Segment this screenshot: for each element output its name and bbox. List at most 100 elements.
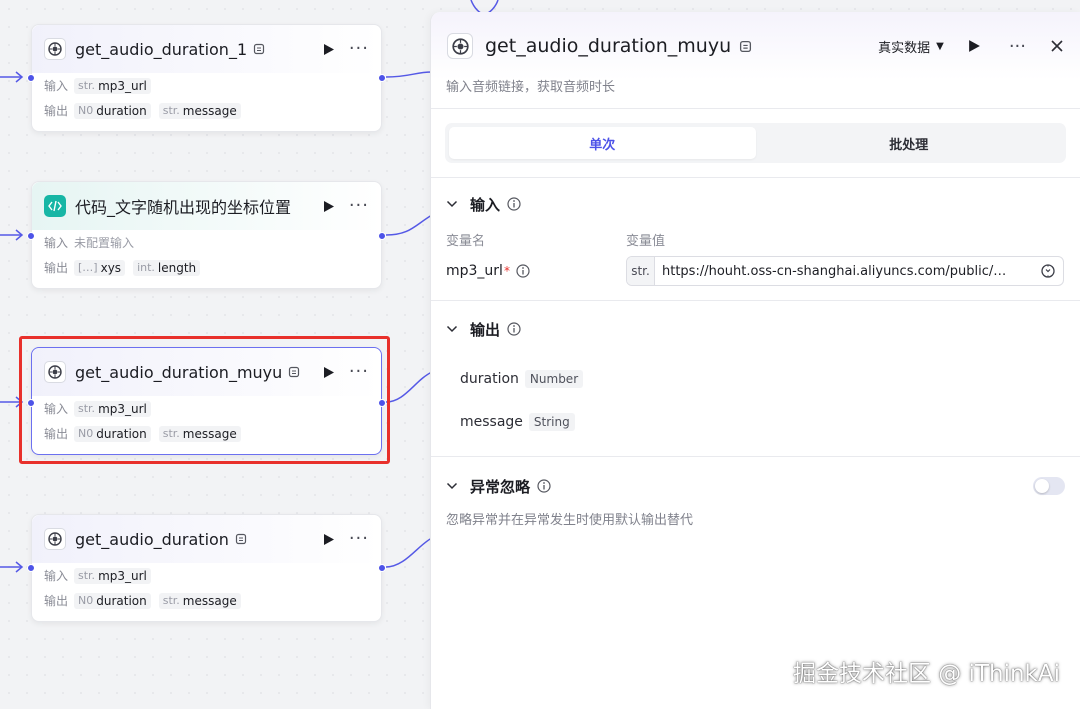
input-port[interactable] xyxy=(27,74,35,82)
input-tag: str. mp3_url xyxy=(74,567,151,584)
node-input-row: 输入 str. mp3_url xyxy=(32,563,381,588)
variable-type-tag: str. xyxy=(627,257,655,285)
ignore-exception-description: 忽略异常并在异常发生时使用默认输出替代 xyxy=(446,513,694,528)
workflow-node-get-audio-duration-1[interactable]: get_audio_duration_1 ··· 输入 str. mp3_url … xyxy=(27,24,386,132)
panel-title: get_audio_duration_muyu xyxy=(485,35,732,57)
type-label: str. xyxy=(78,79,96,92)
output-tag: int. length xyxy=(133,259,201,276)
edge-out-1 xyxy=(385,71,433,78)
node-test-panel: get_audio_duration_muyu 真实数据 ▼ ··· 输入音频链… xyxy=(430,12,1080,709)
chevron-down-icon[interactable] xyxy=(446,200,458,208)
edge-out-3 xyxy=(385,371,433,403)
input-label: 输入 xyxy=(44,79,69,93)
dataset-select[interactable]: 真实数据 ▼ xyxy=(878,37,944,56)
node-title: 代码_文字随机出现的坐标位置 xyxy=(75,198,292,217)
plugin-icon xyxy=(447,33,473,59)
info-icon[interactable] xyxy=(537,479,551,493)
type-label: str. xyxy=(78,569,96,582)
type-label: […] xyxy=(78,261,98,274)
node-header: get_audio_duration ··· xyxy=(32,515,381,563)
type-label: N0 xyxy=(78,104,94,117)
chevron-down-icon[interactable] xyxy=(446,325,458,333)
run-node-button[interactable] xyxy=(323,200,335,213)
more-options-button[interactable]: ··· xyxy=(349,197,369,215)
output-tag: […] xys xyxy=(74,259,126,276)
output-tag: N0 duration xyxy=(74,592,151,609)
workflow-node-get-audio-duration[interactable]: get_audio_duration ··· 输入 str. mp3_url 输出… xyxy=(27,514,386,622)
output-row: duration Number xyxy=(431,357,1080,400)
chevron-down-icon[interactable] xyxy=(446,482,458,490)
node-header: get_audio_duration_1 ··· xyxy=(32,25,381,73)
column-variable-name: 变量名 xyxy=(446,234,486,249)
param-name: duration xyxy=(96,593,147,608)
more-options-button[interactable]: ··· xyxy=(349,530,369,548)
variable-name-text: mp3_url xyxy=(446,263,503,279)
node-input-row: 输入 str. mp3_url xyxy=(32,73,381,98)
variable-picker-icon[interactable] xyxy=(1033,263,1063,279)
run-node-button[interactable] xyxy=(323,43,335,56)
ignore-exception-header: 异常忽略 xyxy=(431,457,1080,515)
node-output-row: 输出 […] xys int. length xyxy=(32,255,381,280)
variable-columns: 变量名 变量值 xyxy=(431,230,1080,249)
more-options-button[interactable]: ··· xyxy=(349,40,369,58)
plugin-badge-icon xyxy=(253,43,265,55)
output-row: message String xyxy=(431,400,1080,443)
workflow-node-code[interactable]: 代码_文字随机出现的坐标位置 ··· 输入 未配置输入 输出 […] xys in… xyxy=(27,181,386,289)
required-mark: * xyxy=(503,264,510,278)
param-name: mp3_url xyxy=(98,78,147,93)
input-section-title: 输入 xyxy=(470,195,501,214)
info-icon[interactable] xyxy=(507,197,521,211)
input-tag: str. mp3_url xyxy=(74,77,151,94)
output-name: duration xyxy=(460,370,519,387)
type-label: str. xyxy=(162,594,180,607)
info-icon[interactable] xyxy=(507,322,521,336)
tab-single[interactable]: 单次 xyxy=(449,127,756,159)
edge-in-arrow-4 xyxy=(15,561,24,573)
variable-value-input[interactable]: https://houht.oss-cn-shanghai.aliyuncs.c… xyxy=(655,264,1033,279)
ignore-exception-toggle[interactable] xyxy=(1033,477,1065,495)
output-section-title: 输出 xyxy=(470,320,501,339)
panel-header: get_audio_duration_muyu 真实数据 ▼ ··· xyxy=(431,12,1080,80)
output-tag: str. message xyxy=(158,102,241,119)
output-name: message xyxy=(460,413,523,430)
output-label: 输出 xyxy=(44,104,69,118)
input-port[interactable] xyxy=(27,564,35,572)
output-tag: str. message xyxy=(158,592,241,609)
param-name: duration xyxy=(96,103,147,118)
input-port[interactable] xyxy=(27,232,35,240)
input-label: 输入 xyxy=(44,569,69,583)
watermark: 掘金技术社区 @ iThinkAi xyxy=(792,661,1060,687)
type-label: N0 xyxy=(78,594,94,607)
edge-out-2 xyxy=(385,214,433,236)
panel-description: 输入音频链接，获取音频时长 xyxy=(446,80,616,95)
info-icon[interactable] xyxy=(516,264,530,278)
output-port[interactable] xyxy=(378,232,386,240)
close-panel-button[interactable] xyxy=(1050,39,1064,53)
node-input-row: 输入 未配置输入 xyxy=(32,230,381,255)
edge-in-arrow-2 xyxy=(15,229,24,241)
input-label: 输入 xyxy=(44,236,69,250)
output-label: 输出 xyxy=(44,261,69,275)
variable-value-field[interactable]: str. https://houht.oss-cn-shanghai.aliyu… xyxy=(626,256,1064,286)
ignore-exception-title: 异常忽略 xyxy=(470,477,531,496)
output-port[interactable] xyxy=(378,564,386,572)
param-name: message xyxy=(182,593,237,608)
tab-batch[interactable]: 批处理 xyxy=(756,127,1063,159)
plugin-icon xyxy=(44,528,66,550)
close-icon xyxy=(1051,40,1063,52)
run-test-button[interactable] xyxy=(968,39,981,53)
output-label: 输出 xyxy=(44,594,69,608)
run-node-button[interactable] xyxy=(323,533,335,546)
code-icon xyxy=(44,195,66,217)
variable-name: mp3_url * xyxy=(446,263,626,279)
more-options-button[interactable]: ··· xyxy=(1009,36,1026,57)
node-title: get_audio_duration_1 xyxy=(75,39,248,59)
type-label: int. xyxy=(137,261,155,274)
input-section-header: 输入 xyxy=(431,178,1080,230)
output-port[interactable] xyxy=(378,74,386,82)
edge-in-arrow-1 xyxy=(15,71,24,83)
output-tag: N0 duration xyxy=(74,102,151,119)
plugin-badge-icon xyxy=(235,533,247,545)
param-name: message xyxy=(182,103,237,118)
node-output-row: 输出 N0 duration str. message xyxy=(32,98,381,123)
